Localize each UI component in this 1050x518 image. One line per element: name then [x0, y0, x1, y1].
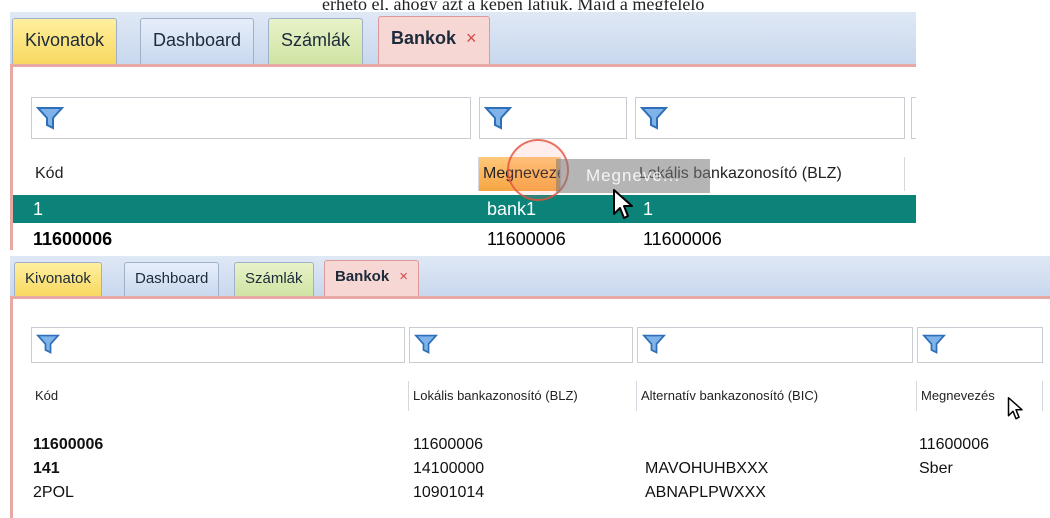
column-header-bic[interactable]: Alternatív bankazonosító (BIC) [637, 381, 917, 411]
tab-szamlak[interactable]: Számlák [234, 262, 314, 296]
table-row[interactable]: 141 14100000 MAVOHUHBXXX Sber [13, 457, 1050, 481]
column-header-kod[interactable]: Kód [31, 157, 479, 191]
tab-bankok[interactable]: Bankok × [324, 260, 419, 296]
filter-icon [36, 334, 60, 354]
tab-bankok[interactable]: Bankok × [378, 16, 490, 64]
filter-icon [640, 107, 668, 130]
filter-icon [414, 334, 438, 354]
cell-kod: 141 [33, 460, 60, 477]
filter-input-kod[interactable] [31, 97, 471, 139]
cell-blz: 11600006 [413, 436, 483, 453]
cell-blz: 10901014 [413, 484, 485, 501]
column-header-blz[interactable]: Lokális bankazonosító (BLZ) [409, 381, 637, 411]
cell-kod: 11600006 [33, 229, 113, 249]
tab-strip: Kivonatok Dashboard Számlák Bankok × [10, 12, 916, 65]
column-header-kod[interactable]: Kód [31, 381, 409, 411]
tab-kivonatok[interactable]: Kivonatok [12, 18, 118, 64]
filter-icon [642, 334, 666, 354]
cell-megnevezes: Sber [919, 460, 953, 477]
close-icon[interactable]: × [466, 28, 477, 48]
cell-blz: 14100000 [413, 460, 485, 477]
grid-area: Kód Megnevezés Lokális bankazonosító (BL… [10, 64, 916, 250]
filter-input-megnevezes[interactable] [917, 327, 1043, 363]
filter-input-blz[interactable] [635, 97, 905, 139]
tab-bankok-label: Bankok [391, 28, 457, 48]
table-row[interactable]: 11600006 11600006 11600006 [13, 433, 1050, 457]
tab-strip: Kivonatok Dashboard Számlák Bankok × [10, 256, 1050, 297]
cell-blz: 1 [643, 199, 654, 219]
tab-bankok-label: Bankok [335, 268, 390, 285]
cell-bic: MAVOHUHBXXX [645, 460, 769, 477]
tab-kivonatok[interactable]: Kivonatok [14, 262, 102, 296]
filter-input-bic[interactable] [637, 327, 913, 363]
filter-input-kod[interactable] [31, 327, 405, 363]
tab-dashboard[interactable]: Dashboard [140, 18, 255, 64]
cell-kod: 2POL [33, 484, 74, 501]
screenshot-panel-result: Kivonatok Dashboard Számlák Bankok × Kód… [10, 256, 1050, 518]
tab-dashboard[interactable]: Dashboard [124, 262, 220, 296]
table-row[interactable]: 11600006 11600006 11600006 [13, 225, 916, 250]
filter-input-extra[interactable] [911, 97, 916, 139]
mouse-cursor-icon [1007, 397, 1023, 420]
header-row: Kód Lokális bankazonosító (BLZ) Alternat… [13, 381, 1050, 411]
header-row: Kód Megnevezés Lokális bankazonosító (BL… [13, 157, 916, 191]
cell-megnevezes: 11600006 [487, 229, 566, 249]
mouse-cursor-icon [613, 189, 633, 219]
filter-row [13, 327, 1050, 363]
filter-icon [484, 107, 512, 130]
filter-input-blz[interactable] [409, 327, 633, 363]
cell-bic: ABNAPLPWXXX [645, 484, 766, 501]
close-icon[interactable]: × [399, 268, 408, 285]
tab-szamlak[interactable]: Számlák [268, 18, 364, 64]
top-caption: érhető el, ahogy azt a képen látjuk. Maj… [322, 0, 705, 10]
cell-kod: 11600006 [33, 436, 104, 453]
cell-megnevezes: 11600006 [919, 436, 989, 453]
screenshot-panel-drag: Kivonatok Dashboard Számlák Bankok × Kód… [10, 12, 916, 250]
filter-input-megnevezes[interactable] [479, 97, 627, 139]
table-row-selected[interactable]: 1 bank1 1 [13, 195, 916, 223]
cell-kod: 1 [33, 199, 44, 219]
cell-blz: 11600006 [643, 229, 722, 249]
filter-row [13, 97, 916, 139]
grid-area: Kód Lokális bankazonosító (BLZ) Alternat… [10, 296, 1050, 518]
filter-icon [922, 334, 946, 354]
filter-icon [36, 107, 64, 130]
table-row[interactable]: 2POL 10901014 ABNAPLPWXXX [13, 481, 1050, 505]
